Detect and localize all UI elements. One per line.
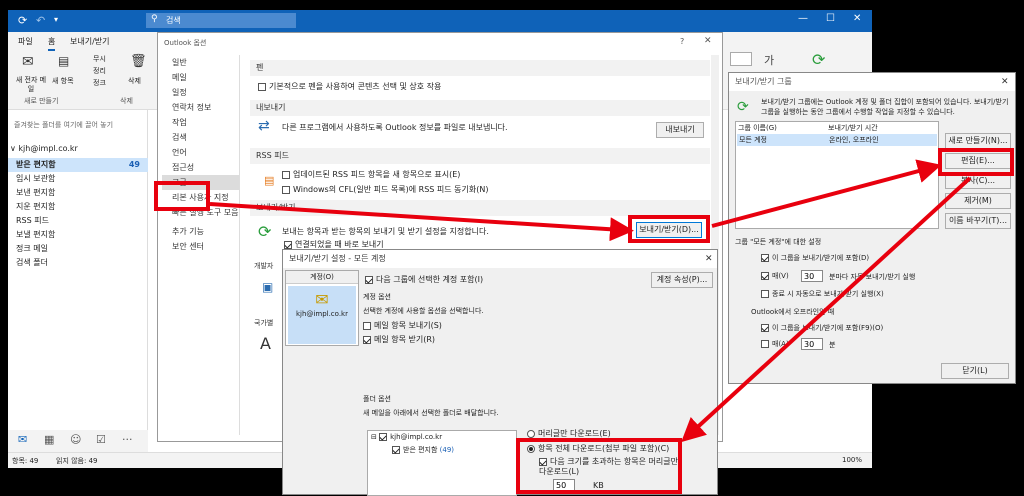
arrows-overlay	[209, 159, 972, 443]
arrow-3	[681, 176, 972, 443]
arrow-2	[711, 159, 942, 228]
arrow-1	[209, 202, 634, 242]
